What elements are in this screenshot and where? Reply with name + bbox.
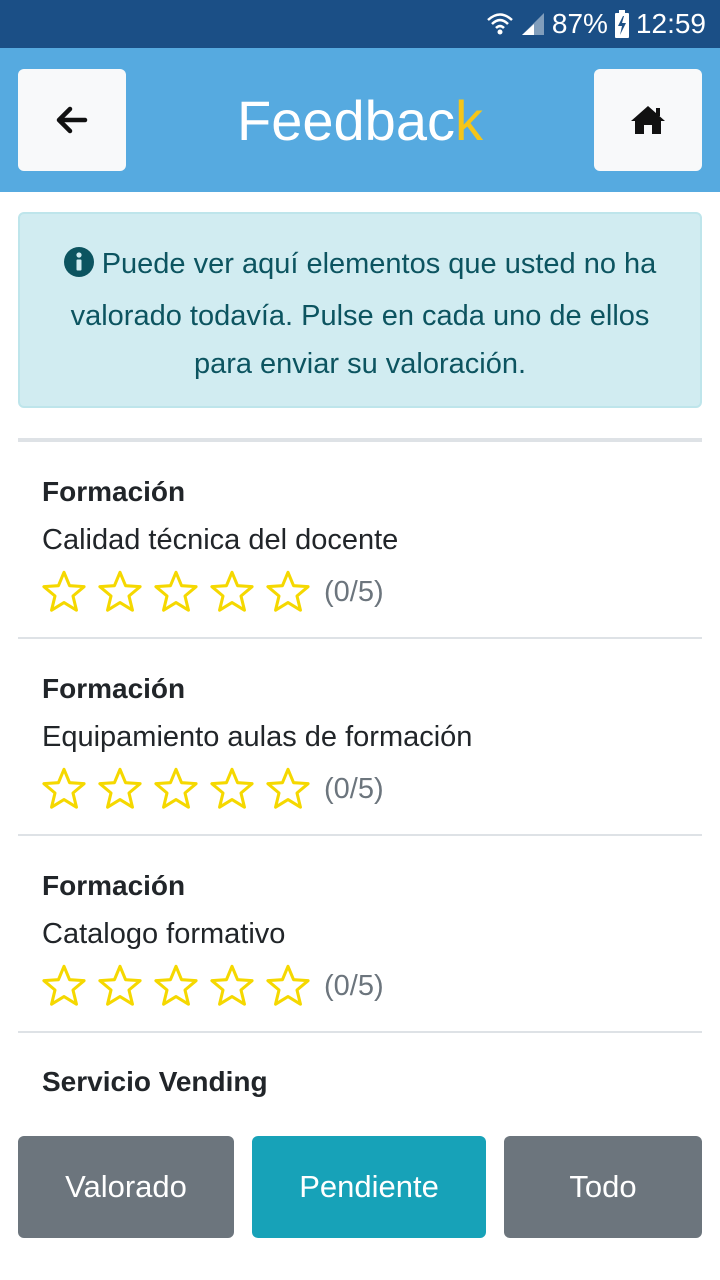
title-accent: k (454, 88, 483, 152)
info-icon (63, 244, 94, 292)
list-item[interactable]: Formación Catalogo formativo (0/5) (18, 836, 702, 1033)
rating-count: (0/5) (324, 969, 384, 1002)
star-icon[interactable] (204, 765, 260, 813)
star-icon[interactable] (148, 765, 204, 813)
star-icon[interactable] (204, 962, 260, 1010)
alert-text: Puede ver aquí elementos que usted no ha… (70, 248, 657, 380)
item-category: Formación (42, 673, 186, 704)
star-icon[interactable] (260, 962, 316, 1010)
star-icon[interactable] (148, 568, 204, 616)
item-category: Formación (42, 476, 186, 507)
star-icon[interactable] (204, 568, 260, 616)
info-alert: Puede ver aquí elementos que usted no ha… (18, 212, 702, 408)
item-name: Calidad técnica del docente (42, 524, 399, 556)
star-rating[interactable]: (0/5) (36, 568, 384, 616)
list-item[interactable]: Formación Equipamiento aulas de formació… (18, 639, 702, 836)
item-name: Catalogo formativo (42, 918, 286, 950)
status-time: 12:59 (635, 8, 706, 39)
star-icon[interactable] (36, 568, 92, 616)
wifi-icon (486, 11, 514, 37)
app-header: Feedbac k (0, 48, 720, 192)
tab-valorado-button[interactable]: Valorado (18, 1136, 234, 1238)
rating-count: (0/5) (324, 575, 384, 608)
item-category: Formación (42, 870, 186, 901)
star-icon[interactable] (260, 568, 316, 616)
status-icons: 87% 12:59 (486, 0, 706, 48)
star-icon[interactable] (36, 962, 92, 1010)
star-icon[interactable] (92, 765, 148, 813)
star-icon[interactable] (148, 962, 204, 1010)
star-icon[interactable] (36, 765, 92, 813)
status-bar: 87% 12:59 (0, 0, 720, 48)
star-icon[interactable] (92, 962, 148, 1010)
star-rating[interactable]: (0/5) (36, 962, 384, 1010)
item-category[interactable]: Servicio Vending (42, 1066, 268, 1098)
signal-icon (520, 11, 546, 37)
item-name: Equipamiento aulas de formación (42, 721, 473, 753)
battery-percent: 87% (551, 8, 608, 39)
back-button[interactable] (18, 69, 126, 171)
battery-charging-icon (614, 10, 630, 38)
rating-count: (0/5) (324, 772, 384, 805)
star-rating[interactable]: (0/5) (36, 765, 384, 813)
list-item[interactable]: Formación Calidad técnica del docente (0… (18, 442, 702, 639)
home-icon (631, 106, 665, 134)
star-icon[interactable] (92, 568, 148, 616)
tab-pendiente-button[interactable]: Pendiente (252, 1136, 486, 1238)
page-title: Feedbac k (126, 48, 594, 192)
tab-todo-button[interactable]: Todo (504, 1136, 702, 1238)
arrow-left-icon (56, 106, 88, 134)
star-icon[interactable] (260, 765, 316, 813)
home-button[interactable] (594, 69, 702, 171)
title-main: Feedbac (237, 88, 455, 152)
